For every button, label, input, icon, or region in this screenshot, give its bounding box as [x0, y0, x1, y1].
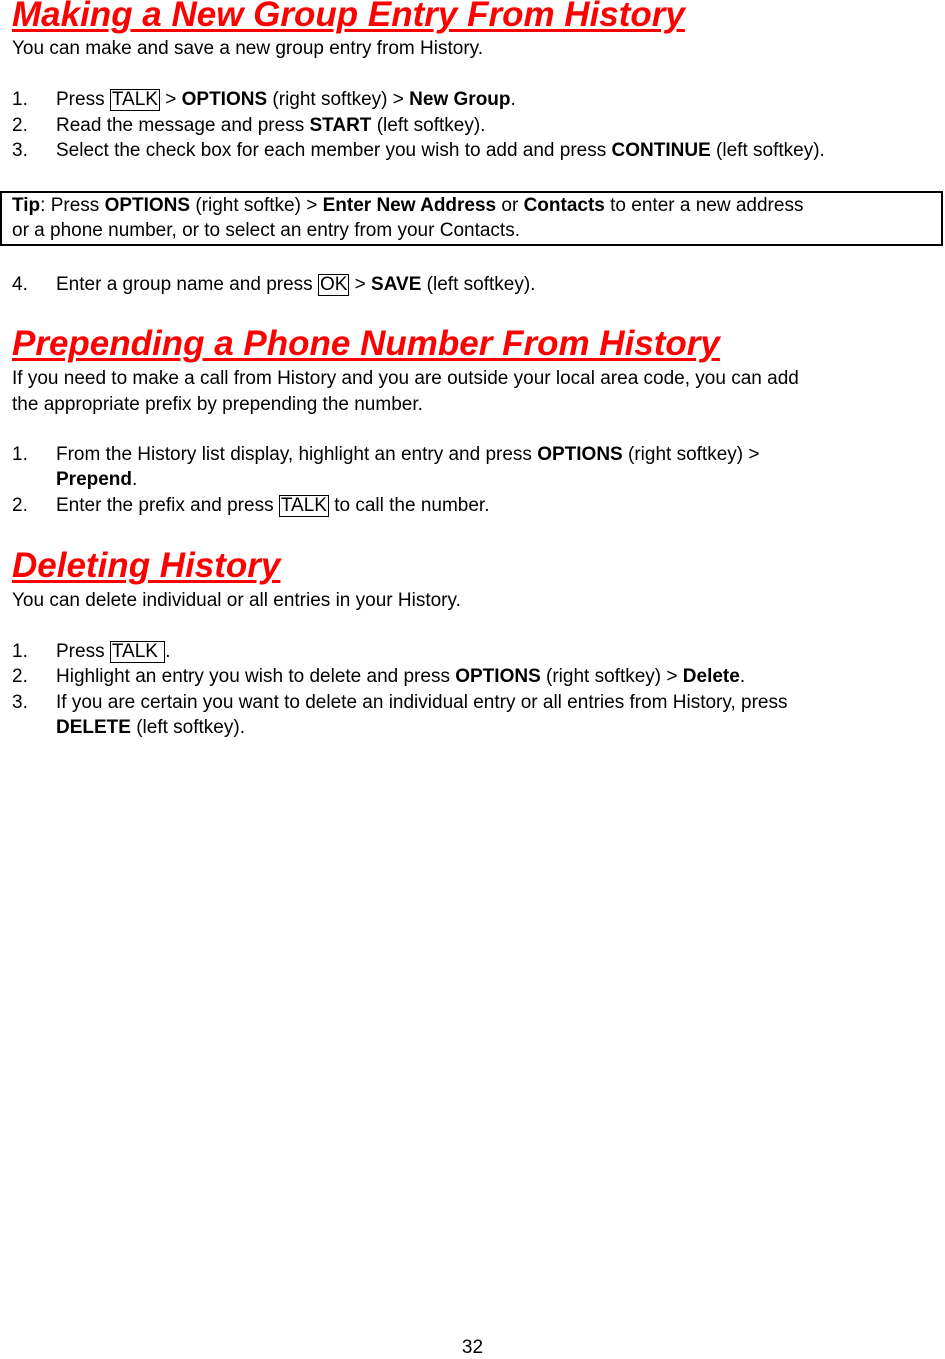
step-text: (left softkey). [371, 115, 486, 136]
step-continuation: DELETE (left softkey). [12, 715, 788, 740]
delete-softkey-label: DELETE [56, 717, 131, 738]
step-text: (right softkey) > [540, 666, 683, 687]
list-item: 2. Highlight an entry you wish to delete … [12, 664, 745, 689]
step-number: 1. [12, 89, 28, 110]
tip-text: : Press [40, 195, 105, 216]
options-label: OPTIONS [104, 195, 191, 216]
list-item: 1. Press TALK > OPTIONS (right softkey) >… [12, 87, 516, 112]
section-title-prepending: Prepending a Phone Number From History [12, 324, 720, 363]
step-number: 3. [12, 140, 28, 161]
ok-key: OK [317, 274, 350, 296]
step-text: From the History list display, highlight… [56, 444, 538, 465]
step-text: (left softkey). [130, 717, 245, 738]
list-item: 1. From the History list display, highlig… [12, 442, 759, 492]
section-intro: You can make and save a new group entry … [12, 38, 484, 59]
talk-key: TALK [109, 641, 166, 663]
document-page: Making a New Group Entry From History Yo… [0, 0, 945, 1358]
step-text: to call the number. [328, 495, 490, 516]
section-intro-line-1: If you need to make a call from History … [12, 368, 799, 389]
step-number: 4. [12, 274, 28, 295]
step-text: Press [56, 641, 110, 662]
step-number: 2. [12, 495, 28, 516]
tip-box: Tip: Press OPTIONS (right softke) > Ente… [0, 191, 943, 246]
tip-text: (right softke) > [190, 195, 323, 216]
enter-new-address-label: Enter New Address [322, 195, 497, 216]
talk-key: TALK [109, 89, 160, 111]
step-text: Press [56, 89, 110, 110]
step-text: Select the check box for each member you… [56, 140, 612, 161]
step-number: 1. [12, 444, 28, 465]
list-item: 2. Read the message and press START (left… [12, 113, 485, 138]
step-text: (left softkey). [710, 140, 825, 161]
options-label: OPTIONS [181, 89, 268, 110]
step-text: > [349, 274, 372, 295]
tip-label: Tip [12, 195, 41, 216]
continue-label: CONTINUE [611, 140, 711, 161]
step-text: . [510, 89, 516, 110]
list-item: 1. Press TALK . [12, 639, 171, 664]
step-text: . [739, 666, 746, 687]
step-number: 1. [12, 641, 28, 662]
step-text: If you are certain you want to delete an… [56, 692, 788, 713]
step-text: . [132, 469, 138, 490]
step-number: 2. [12, 666, 28, 687]
tip-text: to enter a new address [604, 195, 804, 216]
step-text: (right softkey) > [622, 444, 760, 465]
step-text: Enter a group name and press [56, 274, 318, 295]
step-number: 3. [12, 692, 28, 713]
tip-line-2: or a phone number, or to select an entry… [12, 220, 520, 241]
list-item: 4. Enter a group name and press OK > SAVE… [12, 272, 535, 297]
talk-key: TALK [278, 495, 329, 517]
step-continuation: Prepend. [12, 467, 759, 492]
step-text: Enter the prefix and press [56, 495, 279, 516]
save-label: SAVE [371, 274, 422, 295]
contacts-label: Contacts [523, 195, 605, 216]
list-item: 2. Enter the prefix and press TALK to cal… [12, 493, 490, 518]
step-text: Highlight an entry you wish to delete an… [56, 666, 456, 687]
tip-line-1: Tip: Press OPTIONS (right softke) > Ente… [12, 193, 941, 218]
step-text: Read the message and press [56, 115, 310, 136]
list-item: 3. If you are certain you want to delete … [12, 690, 788, 740]
step-text: (right softkey) > [267, 89, 410, 110]
section-intro: You can delete individual or all entries… [12, 590, 461, 611]
section-title-new-group: Making a New Group Entry From History [12, 0, 685, 34]
start-label: START [309, 115, 372, 136]
section-intro-line-2: the appropriate prefix by prepending the… [12, 394, 423, 415]
options-label: OPTIONS [455, 666, 541, 687]
delete-label: Delete [682, 666, 740, 687]
section-title-deleting: Deleting History [12, 546, 281, 585]
options-label: OPTIONS [537, 444, 623, 465]
step-number: 2. [12, 115, 28, 136]
step-text: . [165, 641, 171, 662]
prepend-label: Prepend [56, 469, 133, 490]
step-text: > [159, 89, 182, 110]
tip-text: or [496, 195, 524, 216]
new-group-label: New Group [409, 89, 511, 110]
list-item: 3. Select the check box for each member y… [12, 138, 825, 163]
step-text: (left softkey). [421, 274, 536, 295]
